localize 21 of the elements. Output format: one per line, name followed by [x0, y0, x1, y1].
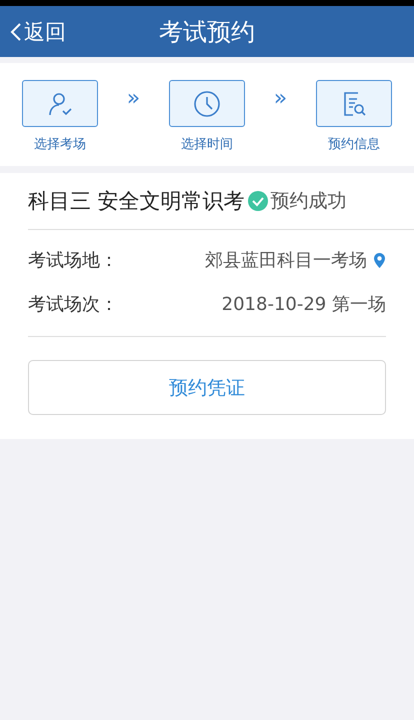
step-label: 选择时间 [181, 136, 233, 153]
location-pin-icon[interactable] [373, 252, 386, 268]
back-chevron-icon [10, 22, 22, 42]
page-title: 考试预约 [159, 16, 255, 48]
step-separator: » [274, 86, 288, 111]
back-button[interactable]: 返回 [0, 18, 76, 46]
step-label: 选择考场 [34, 136, 86, 153]
booking-status: 预约成功 [270, 189, 347, 214]
field-value: 2018-10-29 第一场 [222, 293, 386, 316]
field-value: 郊县蓝田科目一考场 [205, 249, 367, 272]
step-button[interactable] [22, 80, 98, 127]
clock-icon [192, 88, 222, 118]
exam-subject: 科目三 安全文明常识考 [28, 188, 245, 215]
step-separator: » [126, 86, 140, 111]
booking-voucher-button[interactable]: 预约凭证 [28, 360, 386, 415]
check-circle-icon [246, 190, 269, 212]
step-label: 预约信息 [328, 136, 380, 153]
field-label: 考试场地： [28, 249, 118, 272]
step-button[interactable] [316, 80, 392, 127]
field-label: 考试场次： [28, 293, 118, 316]
step-button[interactable] [169, 80, 245, 127]
